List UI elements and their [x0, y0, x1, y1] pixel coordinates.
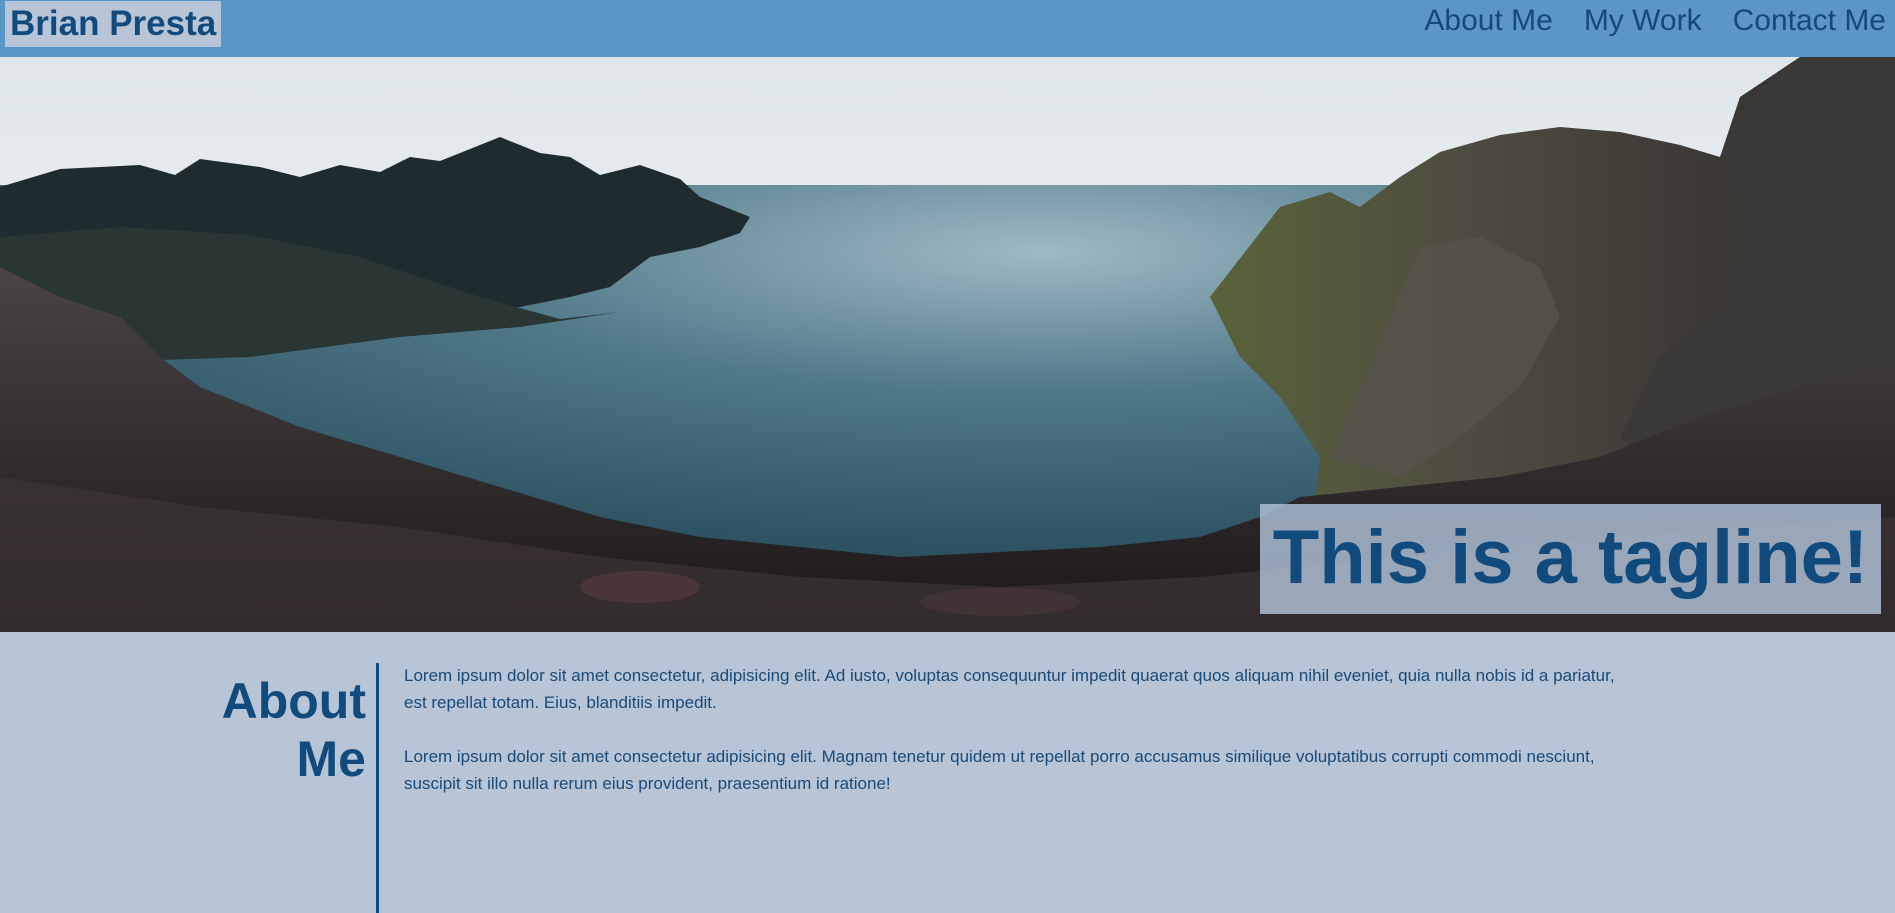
hero-tagline: This is a tagline! [1260, 504, 1881, 614]
about-divider [376, 663, 379, 913]
nav-link-my-work[interactable]: My Work [1584, 2, 1702, 40]
main-nav: About Me My Work Contact Me [1424, 2, 1886, 40]
about-body: Lorem ipsum dolor sit amet consectetur, … [404, 662, 1634, 824]
nav-link-contact-me[interactable]: Contact Me [1733, 2, 1886, 40]
about-section: About Me Lorem ipsum dolor sit amet cons… [0, 632, 1895, 913]
brand-logo-link[interactable]: Brian Presta [5, 1, 222, 47]
about-heading: About Me [221, 673, 366, 787]
nav-link-about-me[interactable]: About Me [1424, 2, 1552, 40]
about-paragraph-2: Lorem ipsum dolor sit amet consectetur a… [404, 747, 1595, 793]
site-header: Brian Presta About Me My Work Contact Me [0, 0, 1895, 57]
hero-banner: This is a tagline! [0, 57, 1895, 632]
about-paragraph-1: Lorem ipsum dolor sit amet consectetur, … [404, 666, 1615, 712]
